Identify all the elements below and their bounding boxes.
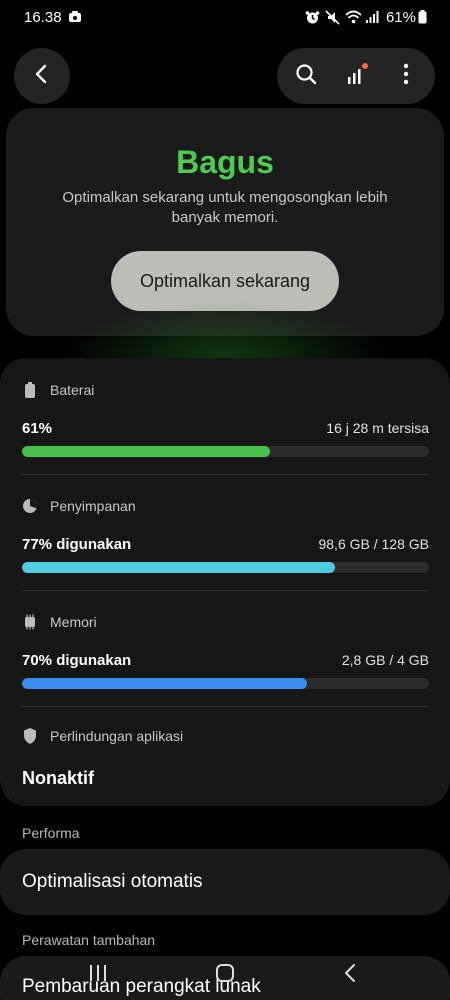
battery-progress-bar (22, 446, 429, 457)
search-button[interactable] (283, 48, 329, 104)
divider (22, 474, 429, 475)
more-options-button[interactable] (383, 48, 429, 104)
memory-value: 70% digunakan (22, 652, 132, 669)
home-button[interactable] (205, 960, 245, 990)
storage-icon (22, 498, 38, 514)
nav-back-button[interactable] (330, 960, 370, 990)
storage-progress-fill (22, 562, 336, 573)
divider (22, 590, 429, 591)
battery-detail: 16 j 28 m tersisa (326, 420, 429, 436)
status-time: 16.38 (24, 9, 62, 26)
auto-optimization-label: Optimalisasi otomatis (22, 871, 203, 892)
status-description: Optimalkan sekarang untuk mengosongkan l… (62, 189, 388, 226)
recents-button[interactable] (78, 960, 118, 990)
notification-icon (68, 10, 82, 29)
mute-icon (325, 10, 340, 30)
back-button[interactable] (14, 48, 70, 104)
battery-icon (418, 10, 427, 29)
divider (22, 706, 429, 707)
memory-detail: 2,8 GB / 4 GB (341, 652, 429, 668)
storage-value: 77% digunakan (22, 536, 132, 553)
stats-icon (345, 62, 369, 91)
stats-button[interactable] (334, 48, 380, 104)
home-icon (215, 963, 235, 988)
app-protection-label: Perlindungan aplikasi (50, 728, 184, 744)
storage-label: Penyimpanan (50, 498, 136, 514)
storage-section[interactable]: Penyimpanan 77% digunakan 98,6 GB / 128 … (0, 496, 450, 596)
status-title: Bagus (176, 144, 274, 180)
status-bar: 16.38 61% (0, 0, 450, 34)
app-protection-section[interactable]: Perlindungan aplikasi Nonaktif (0, 726, 450, 796)
battery-icon (22, 382, 38, 398)
memory-progress-fill (22, 678, 307, 689)
auto-optimization-item[interactable]: Optimalisasi otomatis (0, 849, 450, 915)
battery-percent: 61% (385, 9, 416, 26)
back-icon (32, 63, 52, 90)
memory-progress-bar (22, 678, 429, 689)
battery-progress-fill (22, 446, 271, 457)
navigation-bar (0, 950, 450, 1000)
alarm-icon (305, 10, 320, 30)
shield-icon (22, 728, 38, 744)
search-icon (295, 63, 317, 90)
recents-icon (88, 964, 108, 987)
toolbar-actions (277, 48, 435, 104)
storage-detail: 98,6 GB / 128 GB (318, 536, 429, 552)
battery-section[interactable]: Baterai 61% 16 j 28 m tersisa (0, 380, 450, 480)
signal-icon (365, 10, 379, 29)
app-protection-value: Nonaktif (22, 768, 94, 788)
memory-label: Memori (50, 614, 97, 630)
storage-progress-bar (22, 562, 429, 573)
device-stats-card: Baterai 61% 16 j 28 m tersisa Penyimpana… (0, 358, 450, 806)
memory-section[interactable]: Memori 70% digunakan 2,8 GB / 4 GB (0, 612, 450, 712)
battery-value: 61% (22, 420, 53, 437)
battery-label: Baterai (50, 382, 95, 398)
extra-care-section-label: Perawatan tambahan (22, 932, 156, 948)
back-icon (343, 963, 357, 988)
device-care-screen: 16.38 61% Bagus Optimalkan sekarang untu… (0, 0, 450, 1000)
performance-section-label: Performa (22, 825, 80, 841)
memory-chip-icon (22, 614, 38, 630)
wifi-icon (345, 10, 362, 29)
more-icon (403, 63, 409, 90)
